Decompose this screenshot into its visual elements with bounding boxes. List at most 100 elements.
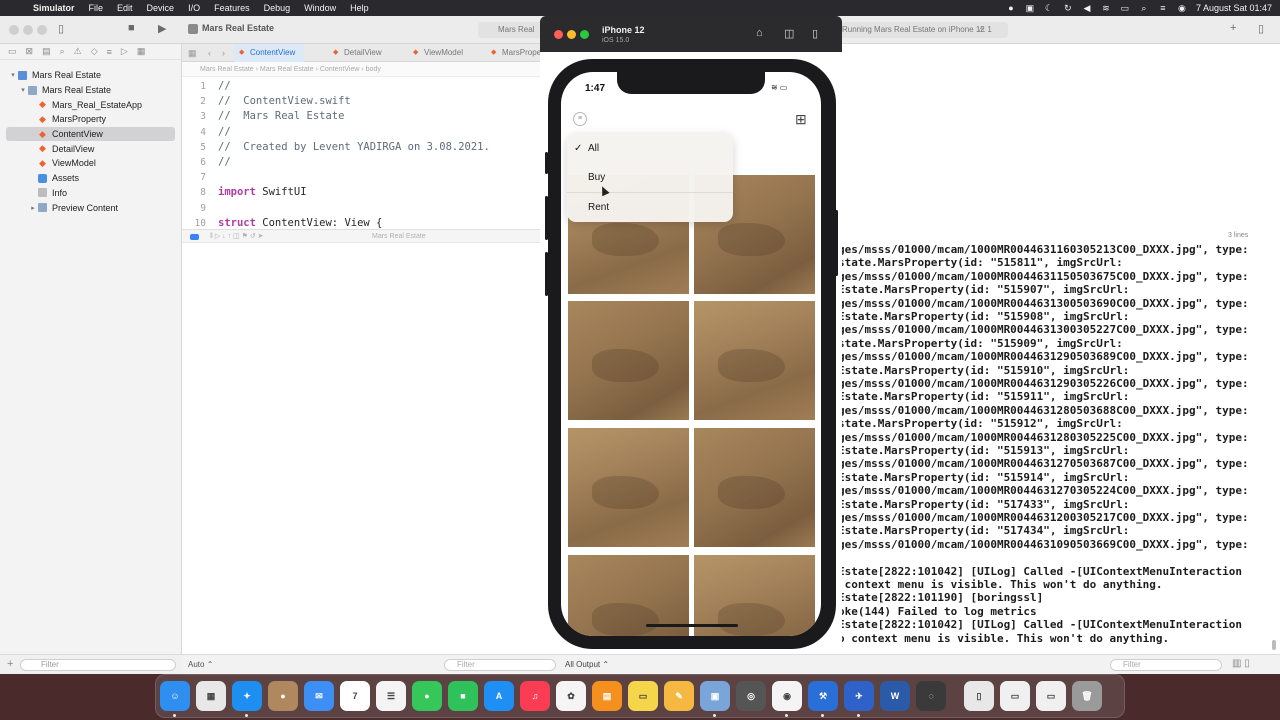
- app-store-dock-icon[interactable]: A: [484, 681, 514, 711]
- disclosure-icon[interactable]: ▾: [8, 71, 18, 79]
- menu-help[interactable]: Help: [343, 3, 376, 13]
- navigator-item[interactable]: ◆ DetailView: [0, 141, 181, 156]
- books-dock-icon[interactable]: ▤: [592, 681, 622, 711]
- screenshot-icon[interactable]: ◫: [784, 27, 794, 40]
- breadcrumb-symbol[interactable]: body: [366, 66, 381, 73]
- debug-nav-icon[interactable]: ≡: [107, 47, 112, 57]
- xcode-dock-icon[interactable]: ⚒: [808, 681, 838, 711]
- control-center-icon[interactable]: ≡: [1158, 3, 1168, 13]
- console-scope-selector[interactable]: All Output ⌃: [565, 660, 609, 669]
- source-control-icon[interactable]: ⊠: [26, 46, 34, 57]
- downloads-dock-icon[interactable]: ▭: [1000, 681, 1030, 711]
- photos-dock-icon[interactable]: ✿: [556, 681, 586, 711]
- menu-features[interactable]: Features: [207, 3, 257, 13]
- debug-controls-icons[interactable]: ‖ ▷ ↓ ↑ ◫ ⚑ ↺ ➤: [210, 230, 264, 244]
- navigator-item[interactable]: ◆ Mars_Real_EstateApp: [0, 97, 181, 112]
- code-line[interactable]: 1 //: [182, 79, 542, 94]
- menu-edit[interactable]: Edit: [110, 3, 140, 13]
- siri-icon[interactable]: ◉: [1177, 3, 1187, 13]
- disclosure-icon[interactable]: ▾: [18, 86, 28, 94]
- run-icon[interactable]: ▶: [158, 22, 166, 35]
- jump-bar[interactable]: Mars Real Estate › Mars Real Estate › Co…: [182, 62, 542, 77]
- messages-dock-icon[interactable]: ●: [412, 681, 442, 711]
- window-zoom-button[interactable]: [37, 25, 47, 35]
- breadcrumb-file[interactable]: ContentView: [320, 66, 360, 73]
- forward-icon[interactable]: ›: [222, 48, 225, 58]
- navigator-filter-input[interactable]: Filter: [20, 659, 176, 671]
- menu-debug[interactable]: Debug: [257, 3, 298, 13]
- back-icon[interactable]: ‹: [208, 48, 211, 58]
- sidebar-toggle-icon[interactable]: ▯: [58, 22, 64, 35]
- keychain-icon[interactable]: ▣: [1025, 3, 1035, 13]
- scheme-selector[interactable]: Mars Real Estate: [188, 23, 274, 34]
- stop-icon[interactable]: ■: [128, 22, 135, 34]
- source-editor[interactable]: 1 // 2 // ContentView.swift 3 // Mars Real Es…: [182, 79, 542, 228]
- add-icon[interactable]: +: [1230, 22, 1236, 34]
- home-indicator[interactable]: [646, 624, 738, 627]
- moon-icon[interactable]: ☾: [1044, 3, 1054, 13]
- record-icon[interactable]: ●: [1006, 3, 1016, 13]
- mail-dock-icon[interactable]: ✉: [304, 681, 334, 711]
- menu-item-all[interactable]: ✓ All: [567, 134, 733, 163]
- clear-console-icon[interactable]: ▥ ▯: [1232, 658, 1250, 669]
- issue-nav-icon[interactable]: ⚠: [74, 46, 82, 57]
- console-filter-input[interactable]: Filter: [1110, 659, 1222, 671]
- launchpad-dock-icon[interactable]: ▦: [196, 681, 226, 711]
- tab-marsproperty[interactable]: ◆ MarsPrope: [486, 44, 542, 62]
- breakpoint-nav-icon[interactable]: ▷: [121, 46, 128, 57]
- notes-dock-icon[interactable]: ▭: [628, 681, 658, 711]
- contacts-dock-icon[interactable]: ●: [268, 681, 298, 711]
- mars-photo-tile[interactable]: [694, 301, 815, 420]
- breadcrumb-group[interactable]: Mars Real Estate: [260, 66, 314, 73]
- symbol-nav-icon[interactable]: ▤: [42, 46, 51, 57]
- sim-close-button[interactable]: [554, 30, 563, 39]
- test-nav-icon[interactable]: ◇: [91, 46, 98, 57]
- word-dock-icon[interactable]: W: [880, 681, 910, 711]
- menubar-clock[interactable]: 7 August Sat 01:47: [1196, 3, 1272, 13]
- mars-photo-tile[interactable]: [568, 301, 689, 420]
- navigator-item[interactable]: Info: [0, 186, 181, 201]
- disclosure-icon[interactable]: ▸: [28, 204, 38, 212]
- instruments-dock-icon[interactable]: ◌: [916, 681, 946, 711]
- sim-minimize-button[interactable]: [567, 30, 576, 39]
- code-line[interactable]: 2 // ContentView.swift: [182, 94, 542, 109]
- simulator-dock-icon[interactable]: ✈: [844, 681, 874, 711]
- mars-photo-tile[interactable]: [568, 428, 689, 547]
- battery-icon[interactable]: ▭: [1120, 3, 1130, 13]
- document-dock-icon[interactable]: ▯: [964, 681, 994, 711]
- mars-photo-tile[interactable]: [694, 428, 815, 547]
- iphone-screen[interactable]: 1:47 ≋▭ ≡ ⊞ ✓ All Buy Rent: [561, 72, 821, 636]
- tab-viewmodel[interactable]: ◆ ViewModel: [408, 44, 478, 62]
- variables-filter-input[interactable]: Filter: [444, 659, 556, 671]
- navigator-item[interactable]: Assets: [0, 171, 181, 186]
- chrome-dock-icon[interactable]: ◉: [772, 681, 802, 711]
- code-line[interactable]: 4 //: [182, 125, 542, 140]
- rotate-icon[interactable]: ▯: [812, 27, 818, 40]
- sim-zoom-button[interactable]: [580, 30, 589, 39]
- filter-menu-icon[interactable]: ≡: [573, 112, 587, 126]
- tab-detailview[interactable]: ◆ DetailView: [328, 44, 398, 62]
- code-line[interactable]: 9: [182, 201, 542, 216]
- facetime-dock-icon[interactable]: ■: [448, 681, 478, 711]
- inspector-toggle-icon[interactable]: ▯: [1258, 22, 1264, 35]
- trash-dock-icon[interactable]: 🗑: [1072, 681, 1102, 711]
- volume-up-button[interactable]: [545, 196, 548, 240]
- side-button[interactable]: [835, 210, 838, 276]
- menu-window[interactable]: Window: [297, 3, 343, 13]
- menu-item-rent[interactable]: Rent: [567, 192, 733, 221]
- navigator-item[interactable]: ▸ Preview Content: [0, 200, 181, 215]
- volume-icon[interactable]: ◀: [1082, 3, 1092, 13]
- window-close-button[interactable]: [9, 25, 19, 35]
- menu-item-buy[interactable]: Buy: [567, 163, 733, 192]
- warning-count[interactable]: ⚠ 1: [978, 22, 992, 38]
- sync-icon[interactable]: ↻: [1063, 3, 1073, 13]
- menu-io[interactable]: I/O: [181, 3, 207, 13]
- spotlight-search-icon[interactable]: ⌕: [1139, 3, 1149, 13]
- finder-dock-icon[interactable]: ☺: [160, 681, 190, 711]
- code-line[interactable]: 3 // Mars Real Estate: [182, 109, 542, 124]
- screenshot-dock-icon[interactable]: ◎: [736, 681, 766, 711]
- preview-dock-icon[interactable]: ▣: [700, 681, 730, 711]
- music-dock-icon[interactable]: ♫: [520, 681, 550, 711]
- code-line[interactable]: 8 import SwiftUI: [182, 185, 542, 200]
- navigator-item[interactable]: ◆ ViewModel: [0, 156, 181, 171]
